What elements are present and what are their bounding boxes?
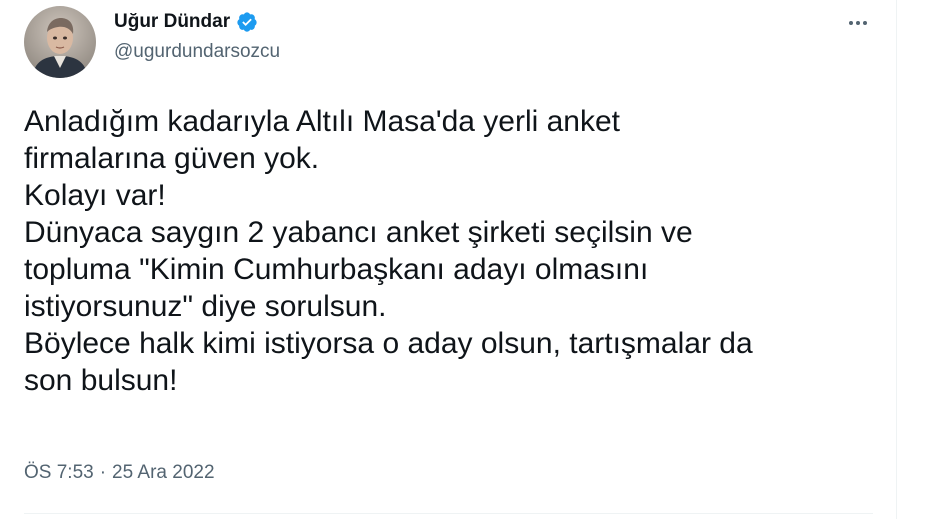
tweet-text-line: son bulsun! (24, 364, 178, 397)
author-handle[interactable]: @ugurdundarsozcu (114, 41, 280, 63)
more-dot (849, 21, 853, 25)
more-dot (856, 21, 860, 25)
more-dot (863, 21, 867, 25)
verified-badge-icon (236, 11, 258, 33)
more-horizontal-icon[interactable] (844, 12, 872, 34)
avatar[interactable] (24, 6, 96, 78)
tweet-card: Uğur Dündar @ugurdundarsozcu Anladığım k… (0, 0, 897, 519)
tweet-date: 25 Ara 2022 (112, 462, 215, 483)
tweet-text-line: firmalarına güven yok. (24, 142, 320, 175)
tweet-text-line: Böylece halk kimi istiyorsa o aday olsun… (24, 327, 753, 360)
tweet-text: Anladığım kadarıyla Altılı Masa'da yerli… (24, 103, 884, 399)
tweet-text-line: Anladığım kadarıyla Altılı Masa'da yerli… (24, 105, 621, 138)
tweet-text-line: topluma "Kimin Cumhurbaşkanı adayı olmas… (24, 253, 649, 286)
author-name[interactable]: Uğur Dündar (114, 11, 230, 33)
tweet-text-line: Kolayı var! (24, 179, 166, 212)
tweet-time: ÖS 7:53 (24, 462, 94, 483)
author-name-row: Uğur Dündar (114, 11, 258, 33)
meta-separator: · (99, 462, 107, 483)
divider (24, 513, 873, 514)
tweet-timestamp[interactable]: ÖS 7:53 · 25 Ara 2022 (24, 462, 215, 484)
tweet-text-line: istiyorsunuz" diye sorulsun. (24, 290, 387, 323)
tweet-text-line: Dünyaca saygın 2 yabancı anket şirketi s… (24, 216, 693, 249)
avatar-image (24, 6, 96, 78)
